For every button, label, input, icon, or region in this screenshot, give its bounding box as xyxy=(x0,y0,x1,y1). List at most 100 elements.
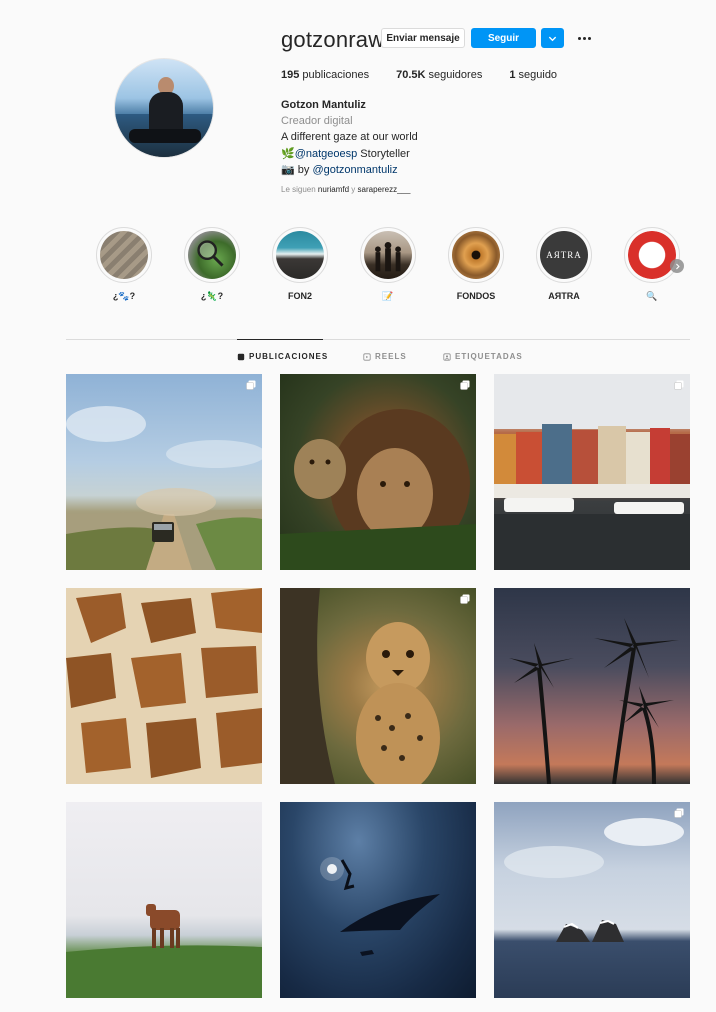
posts-count: 195 xyxy=(281,69,300,81)
followed-by-joiner: y xyxy=(349,185,358,194)
posts-stat: 195 publicaciones xyxy=(281,69,369,81)
natgeoesp-link[interactable]: @natgeoesp xyxy=(295,148,358,160)
tab-label: REELS xyxy=(375,352,407,361)
multiple-photos-icon xyxy=(460,594,470,604)
camera-emoji-text: 📷 by xyxy=(281,164,313,176)
dot-icon xyxy=(582,36,586,40)
chevron-right-icon xyxy=(675,263,680,269)
dot-icon xyxy=(577,36,581,40)
highlight-ring: AЯTRA xyxy=(536,227,592,283)
bio-line: 📷 by @gotzonmantuliz xyxy=(281,163,398,176)
multiple-photos-icon xyxy=(674,380,684,390)
profile-full-name: Gotzon Mantuliz xyxy=(281,99,366,111)
post-tile-giraffe-pattern[interactable] xyxy=(66,588,262,784)
highlight-label: ¿🐾? xyxy=(112,291,136,301)
followers-label: seguidores xyxy=(428,69,483,81)
follow-button[interactable]: Seguir xyxy=(471,28,536,48)
people-silhouette-icon xyxy=(375,242,401,272)
bio-line: 🌿@natgeoesp Storyteller xyxy=(281,147,410,160)
suggested-accounts-button[interactable] xyxy=(541,28,564,48)
highlight-label: FONDOS xyxy=(456,291,496,301)
highlight-item[interactable]: ¿🐾? xyxy=(95,227,153,302)
reels-icon xyxy=(363,352,371,361)
highlights-next-button[interactable] xyxy=(670,259,684,273)
highlight-ring xyxy=(448,227,504,283)
post-illustration xyxy=(509,618,679,784)
highlight-ring xyxy=(624,227,680,283)
highlight-cover xyxy=(452,231,500,279)
highlight-cover xyxy=(276,231,324,279)
tab-posts[interactable]: PUBLICACIONES xyxy=(237,352,328,361)
bio-text: Storyteller xyxy=(357,148,410,160)
highlight-label: 🔍 xyxy=(646,291,658,301)
highlight-cover: AЯTRA xyxy=(540,231,588,279)
highlight-ring xyxy=(272,227,328,283)
followers-count: 70.5K xyxy=(396,69,426,81)
post-tile-lions[interactable] xyxy=(280,374,476,570)
tab-label: PUBLICACIONES xyxy=(249,352,329,361)
post-illustration xyxy=(320,857,440,956)
post-illustration xyxy=(280,588,440,784)
profile-avatar[interactable] xyxy=(114,58,214,158)
highlight-item[interactable]: 📝 xyxy=(359,227,417,302)
bio-line: A different gaze at our world xyxy=(281,131,418,143)
highlight-ring xyxy=(96,227,152,283)
following-count: 1 xyxy=(509,69,516,81)
highlight-cover xyxy=(364,231,412,279)
active-tab-indicator xyxy=(237,339,323,340)
followers-stat[interactable]: 70.5K seguidores xyxy=(396,69,482,81)
post-tile-cheetah-cub[interactable] xyxy=(280,588,476,784)
following-stat[interactable]: 1 seguido xyxy=(509,69,557,81)
highlight-label: FON2 xyxy=(287,291,312,301)
post-illustration xyxy=(66,588,262,784)
post-illustration xyxy=(66,904,262,998)
grid-icon xyxy=(237,353,245,360)
profile-category: Creador digital xyxy=(281,115,353,127)
highlight-cover xyxy=(100,231,148,279)
post-tile-nyhavn-harbor[interactable] xyxy=(494,374,690,570)
post-tile-cow-on-cliff[interactable] xyxy=(66,802,262,998)
multiple-photos-icon xyxy=(460,380,470,390)
post-illustration xyxy=(504,818,684,942)
artra-logo: AЯTRA xyxy=(546,250,582,260)
multiple-photos-icon xyxy=(246,380,256,390)
leaf-emoji: 🌿 xyxy=(281,148,295,160)
gotzonmantuliz-link[interactable]: @gotzonmantuliz xyxy=(312,164,397,176)
post-illustration xyxy=(494,374,690,570)
post-tile-sea-rocks[interactable] xyxy=(494,802,690,998)
followed-by[interactable]: Le siguen nuriamfd y saraperezz___ xyxy=(281,185,410,194)
follower-name[interactable]: saraperezz___ xyxy=(358,185,411,194)
highlight-cover xyxy=(188,231,236,279)
highlight-item[interactable]: ¿🦎? xyxy=(183,227,241,302)
magnifier-icon xyxy=(197,240,224,267)
post-tile-diver-and-manta[interactable] xyxy=(280,802,476,998)
profile-stats: 195 publicaciones 70.5K seguidores 1 seg… xyxy=(281,69,584,81)
highlight-cover xyxy=(628,231,676,279)
tab-reels[interactable]: REELS xyxy=(363,352,407,361)
send-message-button[interactable]: Enviar mensaje xyxy=(381,28,465,48)
posts-label: publicaciones xyxy=(302,69,370,81)
post-illustration xyxy=(66,406,262,570)
tagged-icon xyxy=(443,352,451,361)
more-options-button[interactable] xyxy=(575,30,593,46)
highlight-ring xyxy=(184,227,240,283)
followed-by-prefix: Le siguen xyxy=(281,185,318,194)
profile-username: gotzonraw xyxy=(281,27,385,52)
following-label: seguido xyxy=(518,69,558,81)
tab-tagged[interactable]: ETIQUETADAS xyxy=(443,352,523,361)
post-illustration xyxy=(280,409,476,570)
post-tile-safari-jeep[interactable] xyxy=(66,374,262,570)
chevron-down-icon xyxy=(548,36,557,41)
highlight-item[interactable]: AЯTRA AЯTRA xyxy=(535,227,593,301)
follower-name[interactable]: nuriamfd xyxy=(318,185,349,194)
dot-icon xyxy=(587,36,591,40)
highlight-label: AЯTRA xyxy=(548,291,580,301)
highlight-item[interactable]: FON2 xyxy=(271,227,329,301)
tabs-divider xyxy=(66,339,690,340)
tab-label: ETIQUETADAS xyxy=(455,352,523,361)
highlight-label: 📝 xyxy=(382,291,394,301)
highlight-item[interactable]: FONDOS xyxy=(447,227,505,301)
post-tile-palm-trees-sunset[interactable] xyxy=(494,588,690,784)
avatar-board xyxy=(129,129,201,143)
highlight-label: ¿🦎? xyxy=(200,291,224,301)
